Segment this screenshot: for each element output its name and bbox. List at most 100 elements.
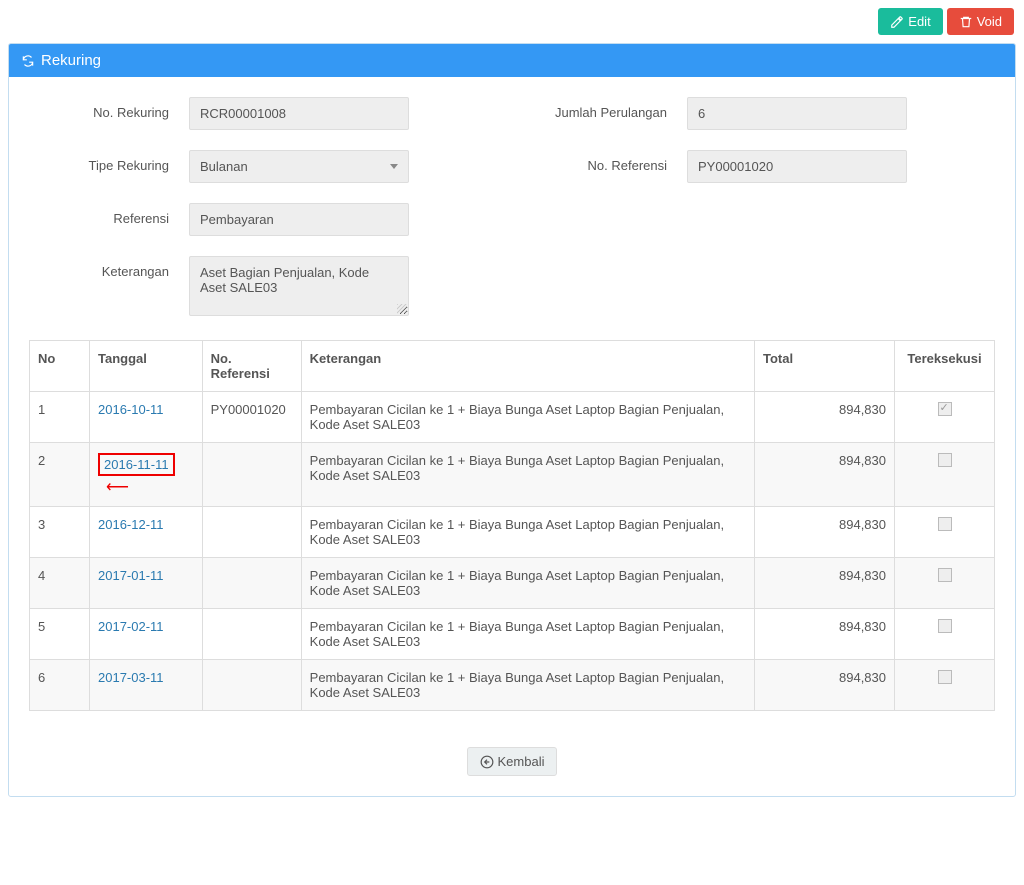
field-no-referensi: PY00001020 xyxy=(687,150,907,183)
th-keterangan: Keterangan xyxy=(301,341,754,392)
cell-total: 894,830 xyxy=(755,507,895,558)
label-no-rekuring: No. Rekuring xyxy=(29,97,189,120)
back-button[interactable]: Kembali xyxy=(467,747,558,776)
cell-tereksekusi xyxy=(895,507,995,558)
cell-tereksekusi xyxy=(895,443,995,507)
th-no: No xyxy=(30,341,90,392)
date-link[interactable]: 2016-10-11 xyxy=(98,402,164,417)
table-row: 6 2017-03-11 Pembayaran Cicilan ke 1 + Bia… xyxy=(30,660,995,711)
row-tipe-rekuring: Tipe Rekuring Bulanan xyxy=(29,150,497,183)
panel-title: Rekuring xyxy=(41,52,101,69)
date-link[interactable]: 2017-03-11 xyxy=(98,670,164,685)
back-wrap: Kembali xyxy=(29,747,995,776)
date-link[interactable]: 2016-11-11 xyxy=(104,457,169,472)
date-link[interactable]: 2016-12-11 xyxy=(98,517,164,532)
highlight-box: 2016-11-11 xyxy=(98,453,175,476)
cell-total: 894,830 xyxy=(755,443,895,507)
cell-no: 2 xyxy=(30,443,90,507)
label-jumlah-perulangan: Jumlah Perulangan xyxy=(527,97,687,120)
executed-checkbox[interactable] xyxy=(938,568,952,582)
cell-total: 894,830 xyxy=(755,609,895,660)
field-referensi: Pembayaran xyxy=(189,203,409,236)
row-referensi: Referensi Pembayaran xyxy=(29,203,497,236)
cell-tereksekusi xyxy=(895,392,995,443)
row-no-rekuring: No. Rekuring RCR00001008 xyxy=(29,97,497,130)
label-referensi: Referensi xyxy=(29,203,189,226)
chevron-down-icon xyxy=(390,164,398,169)
cell-tereksekusi xyxy=(895,558,995,609)
row-jumlah-perulangan: Jumlah Perulangan 6 xyxy=(527,97,995,130)
row-no-referensi: No. Referensi PY00001020 xyxy=(527,150,995,183)
executed-checkbox[interactable] xyxy=(938,402,952,416)
cell-tereksekusi xyxy=(895,660,995,711)
row-keterangan: Keterangan Aset Bagian Penjualan, Kode A… xyxy=(29,256,497,316)
table-header-row: No Tanggal No. Referensi Keterangan Tota… xyxy=(30,341,995,392)
panel-body: No. Rekuring RCR00001008 Tipe Rekuring B… xyxy=(9,77,1015,796)
trash-icon xyxy=(959,15,973,29)
table-row: 5 2017-02-11 Pembayaran Cicilan ke 1 + Bia… xyxy=(30,609,995,660)
field-keterangan: Aset Bagian Penjualan, Kode Aset SALE03 xyxy=(189,256,409,316)
cell-keterangan: Pembayaran Cicilan ke 1 + Biaya Bunga As… xyxy=(301,507,754,558)
table-row: 22016-11-11⟵ Pembayaran Cicilan ke 1 + Bi… xyxy=(30,443,995,507)
form-grid: No. Rekuring RCR00001008 Tipe Rekuring B… xyxy=(29,97,995,336)
edit-icon xyxy=(890,15,904,29)
cell-no: 5 xyxy=(30,609,90,660)
cell-tereksekusi xyxy=(895,609,995,660)
th-no-referensi: No. Referensi xyxy=(202,341,301,392)
executed-checkbox[interactable] xyxy=(938,670,952,684)
executed-checkbox[interactable] xyxy=(938,619,952,633)
panel-header: Rekuring xyxy=(9,44,1015,77)
cell-no: 6 xyxy=(30,660,90,711)
executed-checkbox[interactable] xyxy=(938,453,952,467)
label-tipe-rekuring: Tipe Rekuring xyxy=(29,150,189,173)
table-row: 1 2016-10-11 PY00001020Pembayaran Cicilan … xyxy=(30,392,995,443)
cell-tanggal: 2017-02-11 xyxy=(90,609,203,660)
cell-no: 3 xyxy=(30,507,90,558)
table-body: 12016-10-11PY00001020Pembayaran Cicilan … xyxy=(30,392,995,711)
cell-tanggal: 2016-12-11 xyxy=(90,507,203,558)
cell-total: 894,830 xyxy=(755,660,895,711)
cell-no: 1 xyxy=(30,392,90,443)
edit-button-label: Edit xyxy=(908,14,930,29)
back-button-label: Kembali xyxy=(498,754,545,769)
cell-no-referensi: PY00001020 xyxy=(202,392,301,443)
top-actions: Edit Void xyxy=(8,8,1016,35)
void-button-label: Void xyxy=(977,14,1002,29)
cell-no-referensi xyxy=(202,660,301,711)
cell-tanggal: 2017-01-11 xyxy=(90,558,203,609)
cell-keterangan: Pembayaran Cicilan ke 1 + Biaya Bunga As… xyxy=(301,609,754,660)
date-link[interactable]: 2017-02-11 xyxy=(98,619,164,634)
executed-checkbox[interactable] xyxy=(938,517,952,531)
cell-tanggal: 2016-10-11 xyxy=(90,392,203,443)
th-total: Total xyxy=(755,341,895,392)
cell-keterangan: Pembayaran Cicilan ke 1 + Biaya Bunga As… xyxy=(301,443,754,507)
th-tereksekusi: Tereksekusi xyxy=(895,341,995,392)
cell-total: 894,830 xyxy=(755,558,895,609)
cell-keterangan: Pembayaran Cicilan ke 1 + Biaya Bunga As… xyxy=(301,558,754,609)
cell-keterangan: Pembayaran Cicilan ke 1 + Biaya Bunga As… xyxy=(301,392,754,443)
form-right-column: Jumlah Perulangan 6 No. Referensi PY0000… xyxy=(527,97,995,336)
label-keterangan: Keterangan xyxy=(29,256,189,279)
cell-tanggal: 2017-03-11 xyxy=(90,660,203,711)
field-jumlah-perulangan: 6 xyxy=(687,97,907,130)
cell-tanggal: 2016-11-11⟵ xyxy=(90,443,203,507)
edit-button[interactable]: Edit xyxy=(878,8,942,35)
cell-no: 4 xyxy=(30,558,90,609)
rekuring-panel: Rekuring No. Rekuring RCR00001008 Tipe R… xyxy=(8,43,1016,797)
table-row: 3 2016-12-11 Pembayaran Cicilan ke 1 + Bia… xyxy=(30,507,995,558)
field-tipe-rekuring[interactable]: Bulanan xyxy=(189,150,409,183)
cell-no-referensi xyxy=(202,507,301,558)
cell-total: 894,830 xyxy=(755,392,895,443)
void-button[interactable]: Void xyxy=(947,8,1014,35)
field-no-rekuring: RCR00001008 xyxy=(189,97,409,130)
resize-handle-icon[interactable] xyxy=(397,304,407,314)
back-arrow-icon xyxy=(480,755,494,769)
th-tanggal: Tanggal xyxy=(90,341,203,392)
cell-keterangan: Pembayaran Cicilan ke 1 + Biaya Bunga As… xyxy=(301,660,754,711)
refresh-icon xyxy=(21,54,35,68)
tipe-rekuring-value: Bulanan xyxy=(200,159,248,174)
date-link[interactable]: 2017-01-11 xyxy=(98,568,164,583)
table-row: 4 2017-01-11 Pembayaran Cicilan ke 1 + Bia… xyxy=(30,558,995,609)
schedule-table: No Tanggal No. Referensi Keterangan Tota… xyxy=(29,340,995,711)
cell-no-referensi xyxy=(202,609,301,660)
